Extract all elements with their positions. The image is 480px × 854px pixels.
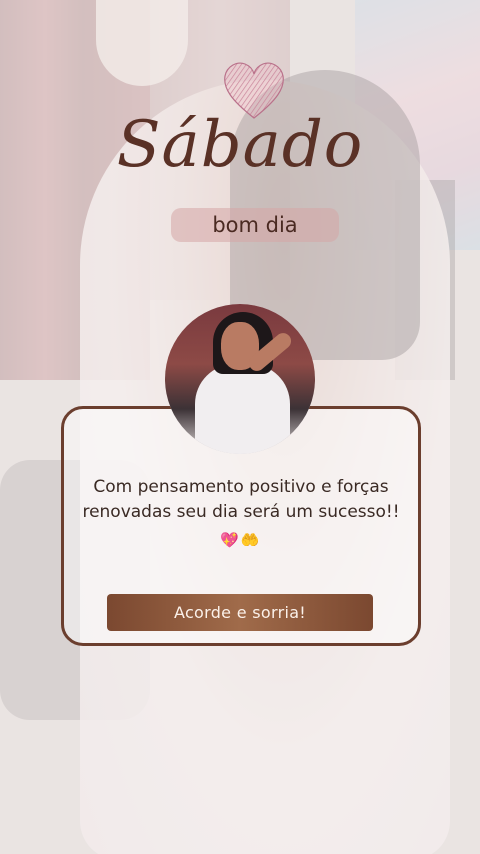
subtitle-text: bom dia — [212, 213, 298, 237]
wake-up-button[interactable]: Acorde e sorria! — [107, 594, 373, 631]
sparkling-heart-icon: 💖 — [220, 531, 239, 549]
wake-up-button-label: Acorde e sorria! — [173, 603, 307, 622]
message-text: Com pensamento positivo e forças renovad… — [82, 477, 400, 522]
page-title: Sábado — [116, 108, 364, 182]
story-card: Sábado bom dia Com pensamento positivo e… — [0, 0, 480, 854]
palms-up-icon: 🤲 — [240, 531, 260, 549]
avatar — [165, 304, 315, 454]
emoji-row: 💖 🤲 — [220, 529, 259, 551]
subtitle-badge: bom dia — [171, 208, 339, 242]
